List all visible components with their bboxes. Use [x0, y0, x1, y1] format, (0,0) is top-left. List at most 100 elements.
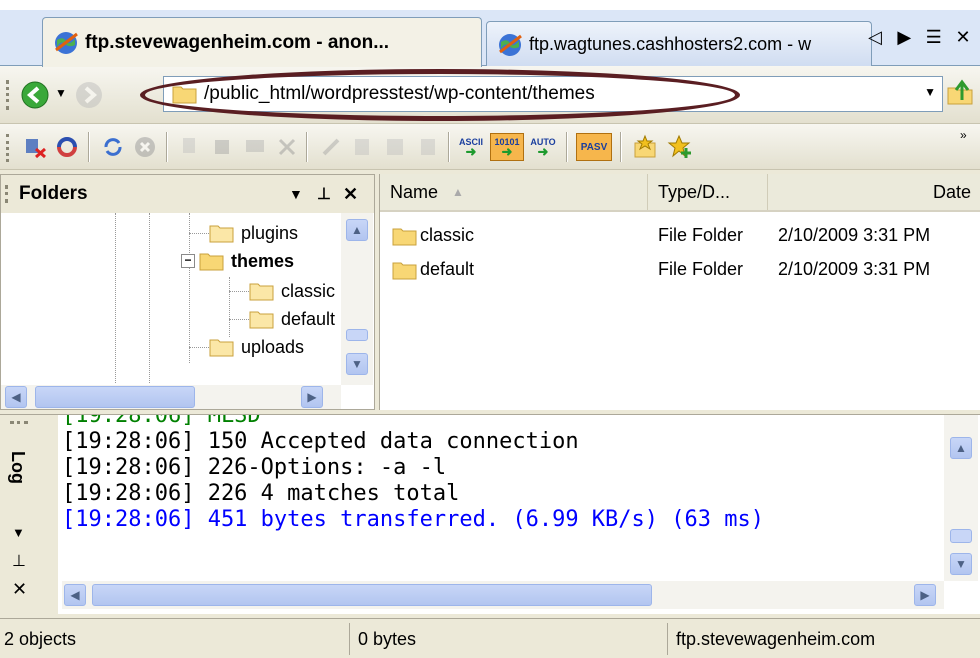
folder-icon — [249, 283, 274, 301]
scroll-thumb[interactable] — [346, 329, 368, 341]
ascii-mode-button[interactable]: ASCII ➜ — [456, 133, 486, 161]
log-vertical-scrollbar[interactable]: ▲ ▼ — [944, 415, 978, 581]
tab-label: ftp.wagtunes.cashhosters2.com - w — [529, 34, 812, 54]
tab-navigation: ◁ ▶ ☰ ✕ — [864, 22, 974, 52]
refresh-icon[interactable] — [98, 132, 128, 162]
add-bookmark-icon[interactable] — [664, 132, 694, 162]
tree-label: plugins — [241, 222, 299, 243]
log-line: [19:28:06] 226 4 matches total — [62, 481, 460, 506]
column-date[interactable]: Date — [768, 174, 980, 210]
back-dropdown-icon[interactable]: ▼ — [55, 86, 67, 100]
scroll-thumb[interactable] — [950, 529, 972, 543]
tree-label: themes — [231, 250, 295, 271]
globe-icon — [55, 31, 78, 54]
folder-icon — [209, 339, 234, 357]
pin-icon[interactable]: ⊥ — [12, 551, 26, 571]
forward-icon[interactable] — [74, 80, 104, 110]
file-type: File Folder — [658, 259, 744, 279]
pin-icon[interactable]: ⊥ — [317, 184, 331, 204]
scroll-right-icon[interactable]: ▶ — [301, 386, 323, 408]
panel-menu-icon[interactable]: ▼ — [289, 186, 303, 202]
back-icon[interactable] — [20, 80, 50, 110]
file-date: 2/10/2009 3:31 PM — [778, 225, 931, 245]
folders-horizontal-scrollbar[interactable]: ◀ ▶ — [1, 385, 341, 409]
status-bar: 2 objects 0 bytes ftp.stevewagenheim.com — [0, 618, 980, 658]
column-type[interactable]: Type/D... — [648, 174, 768, 210]
file-row[interactable]: classic File Folder 2/10/2009 3:31 PM — [380, 222, 980, 250]
scroll-thumb[interactable] — [35, 386, 195, 408]
queue-icon[interactable] — [240, 132, 270, 162]
scroll-down-icon[interactable]: ▼ — [346, 353, 368, 375]
disconnect-icon[interactable] — [20, 132, 50, 162]
scroll-right-icon[interactable]: ▶ — [914, 584, 936, 606]
pasv-button[interactable]: PASV — [576, 133, 612, 161]
tab-scroll-left-icon[interactable]: ◁ — [864, 27, 886, 48]
tab-scroll-right-icon[interactable]: ▶ — [893, 27, 915, 48]
column-date-label: Date — [932, 181, 971, 202]
close-icon[interactable]: ✕ — [343, 184, 358, 205]
status-server: ftp.stevewagenheim.com — [672, 623, 978, 655]
reconnect-icon[interactable] — [52, 132, 82, 162]
column-name-label: Name — [390, 181, 439, 202]
tree-item-classic[interactable]: classic — [229, 277, 339, 305]
list-header: Name ▲ Type/D... Date — [380, 174, 980, 212]
tab-list-icon[interactable]: ☰ — [923, 27, 945, 48]
scroll-down-icon[interactable]: ▼ — [950, 553, 972, 575]
log-line: [19:28:06] 451 bytes transferred. (6.99 … — [62, 507, 764, 532]
status-bytes-text: 0 bytes — [358, 628, 417, 649]
folder-open-icon — [199, 253, 224, 271]
parent-folder-icon[interactable] — [946, 78, 976, 108]
copy-icon[interactable] — [176, 132, 206, 162]
file-row[interactable]: default File Folder 2/10/2009 3:31 PM — [380, 256, 980, 284]
folders-header: Folders ▼ ⊥ ✕ — [1, 175, 374, 213]
toolbar-overflow-icon[interactable]: » — [960, 128, 967, 142]
close-icon[interactable]: ✕ — [952, 27, 974, 48]
panel-grip-icon — [5, 185, 9, 203]
binary-mode-button[interactable]: 10101 ➜ — [490, 133, 524, 161]
tree-label: classic — [281, 280, 336, 301]
paste-icon[interactable] — [412, 132, 442, 162]
file-type: File Folder — [658, 225, 744, 245]
stop-icon[interactable] — [130, 132, 160, 162]
globe-icon — [499, 33, 522, 56]
scroll-up-icon[interactable]: ▲ — [346, 219, 368, 241]
scroll-thumb[interactable] — [92, 584, 652, 606]
tree-item-default[interactable]: default — [229, 305, 339, 333]
close-icon[interactable]: ✕ — [12, 579, 27, 600]
folders-vertical-scrollbar[interactable]: ▲ ▼ — [341, 213, 373, 385]
collapse-icon[interactable]: − — [181, 254, 195, 268]
scroll-left-icon[interactable]: ◀ — [5, 386, 27, 408]
arrow-right-icon: ➜ — [501, 144, 513, 159]
edit-icon[interactable] — [348, 132, 378, 162]
auto-mode-button[interactable]: AUTO ➜ — [528, 133, 558, 161]
scroll-up-icon[interactable]: ▲ — [950, 437, 972, 459]
folders-panel: Folders ▼ ⊥ ✕ plugins − themes classic d… — [0, 174, 375, 410]
address-dropdown-icon[interactable]: ▼ — [924, 85, 936, 99]
log-line: [19:28:06] MLSD — [62, 415, 261, 428]
panel-menu-icon[interactable]: ▼ — [12, 525, 25, 540]
site-manager-icon[interactable] — [630, 132, 660, 162]
log-horizontal-scrollbar[interactable]: ◀ ▶ — [62, 581, 944, 609]
file-list: Name ▲ Type/D... Date classic File Folde… — [379, 174, 980, 410]
address-input[interactable]: /public_html/wordpresstest/wp-content/th… — [163, 76, 943, 112]
rename-icon[interactable] — [316, 132, 346, 162]
transfer-icon[interactable] — [208, 132, 238, 162]
column-name[interactable]: Name ▲ — [380, 174, 648, 210]
delete-icon[interactable] — [272, 132, 302, 162]
tree-item-themes[interactable]: − themes — [181, 247, 339, 275]
status-server-text: ftp.stevewagenheim.com — [676, 628, 876, 649]
tab-strip: ftp.stevewagenheim.com - anon... ftp.wag… — [0, 0, 980, 67]
tab-wagtunes[interactable]: ftp.wagtunes.cashhosters2.com - w — [486, 21, 872, 67]
column-type-label: Type/D... — [658, 181, 731, 202]
arrow-right-icon: ➜ — [537, 144, 549, 159]
tab-stevewagenheim[interactable]: ftp.stevewagenheim.com - anon... — [42, 17, 482, 67]
folder-icon — [249, 311, 274, 329]
tree-item-uploads[interactable]: uploads — [189, 333, 339, 361]
tree-item-plugins[interactable]: plugins — [189, 219, 339, 247]
log-panel: Log ▼ ⊥ ✕ [19:28:06] MLSD [19:28:06] 150… — [0, 414, 980, 615]
properties-icon[interactable] — [380, 132, 410, 162]
sort-ascending-icon: ▲ — [452, 185, 464, 199]
scroll-left-icon[interactable]: ◀ — [64, 584, 86, 606]
arrow-right-icon: ➜ — [465, 144, 477, 159]
log-line: [19:28:06] 150 Accepted data connection — [62, 429, 579, 454]
